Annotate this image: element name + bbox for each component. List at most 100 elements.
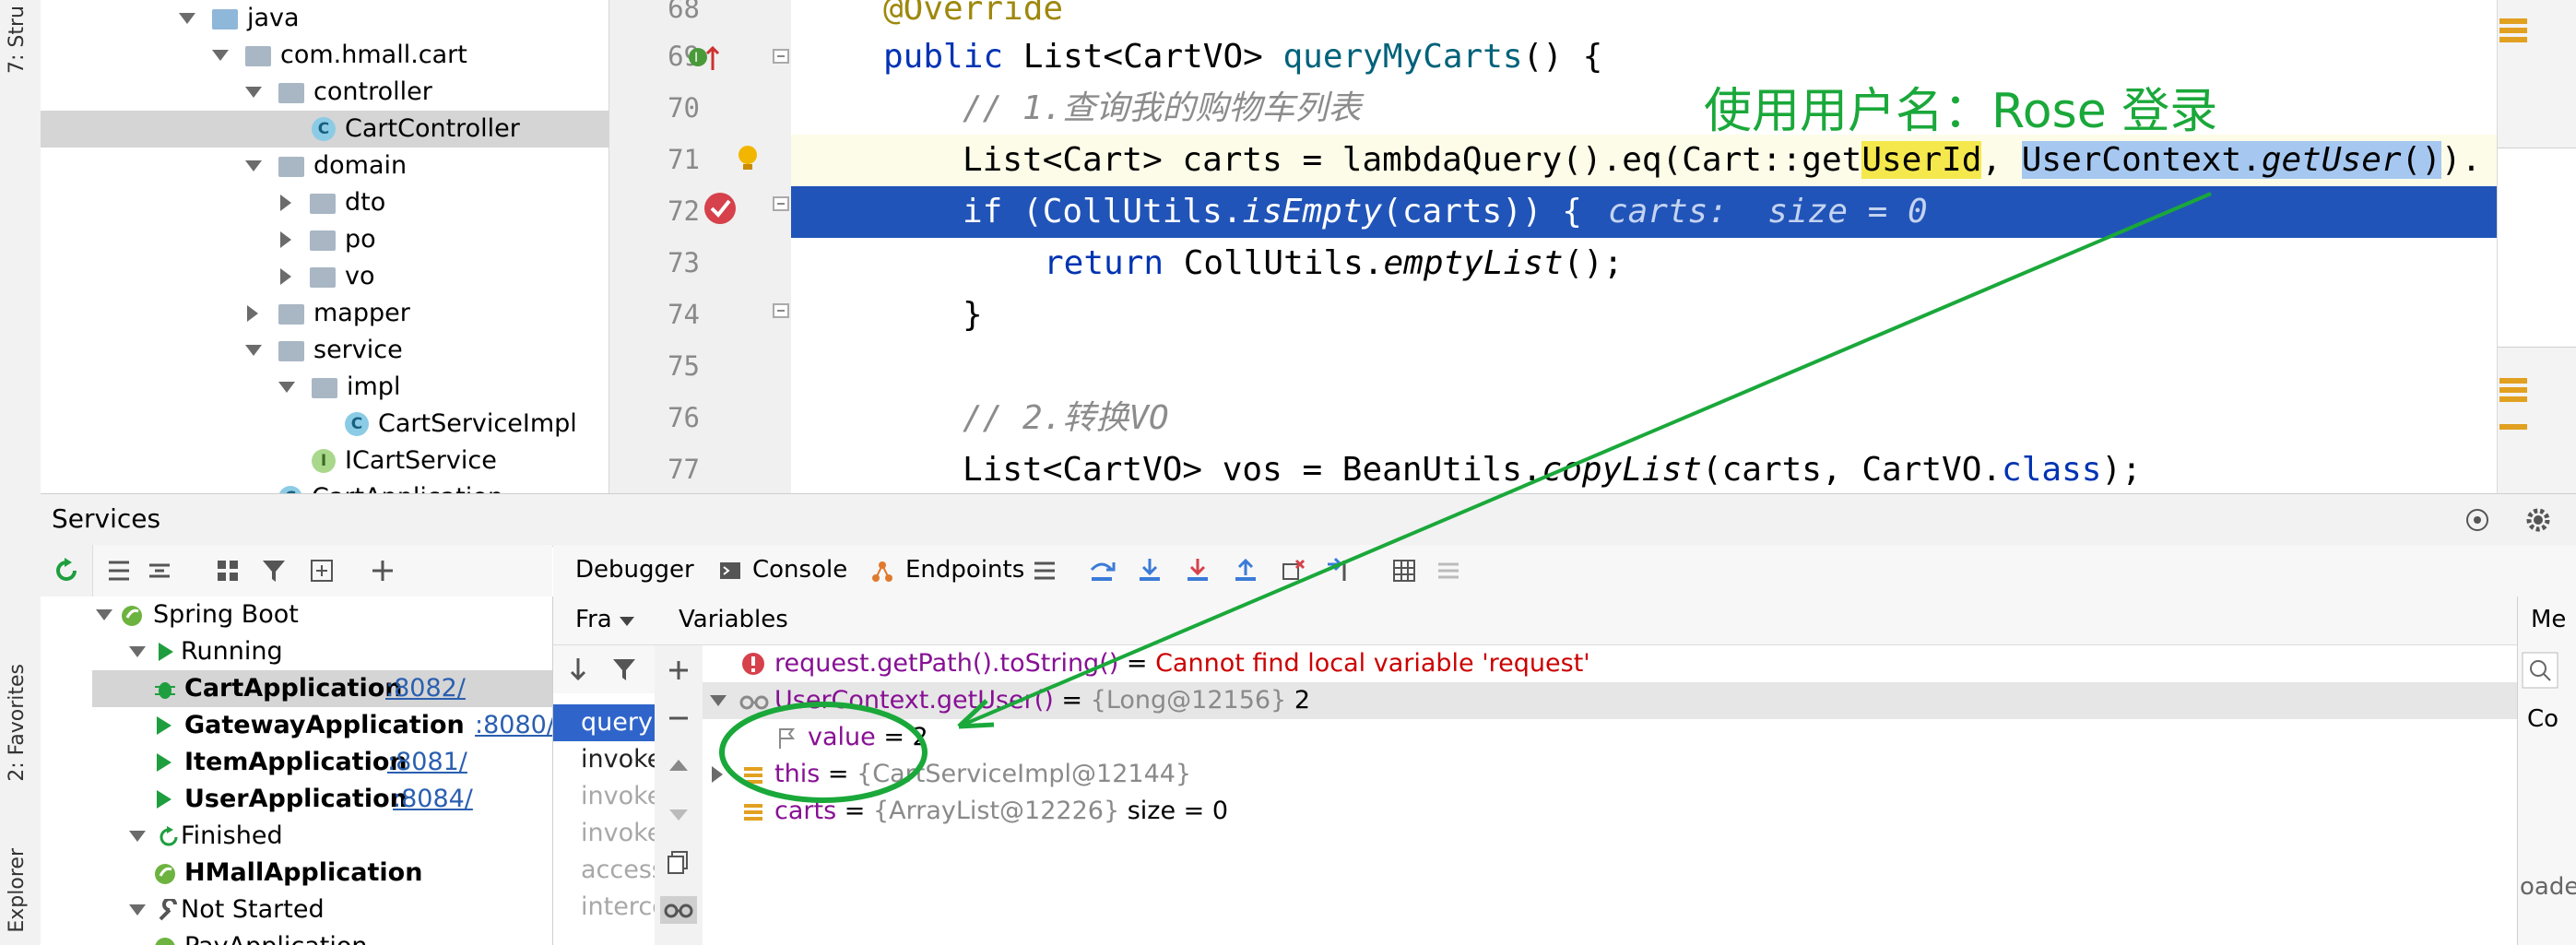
drop-frame-icon[interactable] xyxy=(1280,557,1307,585)
tree-item-cartserviceimpl[interactable]: C CartServiceImpl xyxy=(41,406,609,443)
explorer-tab[interactable]: Explorer xyxy=(6,848,29,933)
tree-item-service[interactable]: service xyxy=(41,332,609,369)
new-tab-icon[interactable] xyxy=(308,557,336,585)
evaluate-icon[interactable] xyxy=(1390,557,1418,585)
tree-item-mapper[interactable]: mapper xyxy=(41,295,609,332)
port-link[interactable]: :8082/ xyxy=(385,670,466,707)
tree-item-icartservice[interactable]: I ICartService xyxy=(41,443,609,479)
tab-debugger[interactable]: Debugger xyxy=(575,556,694,584)
frame-item[interactable]: access xyxy=(553,852,655,889)
port-link[interactable]: :8081/ xyxy=(387,744,467,781)
service-group-not-started[interactable]: Not Started xyxy=(92,892,552,928)
line-number: 70 xyxy=(668,92,700,124)
chevron-right-icon[interactable] xyxy=(280,195,291,211)
tree-item-vo[interactable]: vo xyxy=(41,258,609,295)
chevron-right-icon[interactable] xyxy=(247,305,258,322)
tab-endpoints[interactable]: Endpoints xyxy=(905,556,1024,584)
fold-icon[interactable] xyxy=(772,48,790,70)
add-icon[interactable] xyxy=(369,557,396,585)
service-itemapplication[interactable]: ItemApplication :8081/ xyxy=(92,744,552,781)
chevron-down-icon[interactable] xyxy=(129,831,146,842)
fold-icon[interactable] xyxy=(772,195,790,218)
frame-item[interactable]: interce xyxy=(553,889,655,926)
service-cartapplication[interactable]: CartApplication :8082/ xyxy=(92,670,552,707)
code-editor[interactable]: @Override public List<CartVO> queryMyCar… xyxy=(791,0,2497,493)
rerun-icon[interactable] xyxy=(53,557,80,585)
chevron-right-icon[interactable] xyxy=(712,766,723,783)
tree-item-java[interactable]: java xyxy=(41,0,609,37)
tree-item-cartapplication[interactable]: C CartApplication xyxy=(41,479,609,493)
search-icon[interactable] xyxy=(2522,652,2558,689)
variable-row-request[interactable]: request.getPath().toString() = Cannot fi… xyxy=(703,645,2517,682)
frame-item[interactable]: queryM xyxy=(553,704,655,741)
implements-icon[interactable]: I xyxy=(687,42,724,76)
service-gatewayapplication[interactable]: GatewayApplication :8080/ xyxy=(92,707,552,744)
move-up-icon[interactable] xyxy=(665,752,692,780)
chevron-down-icon[interactable] xyxy=(620,617,634,626)
variable-row-this[interactable]: this = {CartServiceImpl@12144} xyxy=(703,756,2517,793)
tab-console[interactable]: Console xyxy=(752,556,847,584)
chevron-down-icon[interactable] xyxy=(179,13,195,24)
chevron-down-icon[interactable] xyxy=(710,695,727,706)
port-link[interactable]: :8084/ xyxy=(393,781,473,818)
variable-row-carts[interactable]: carts = {ArrayList@12226} size = 0 xyxy=(703,793,2517,830)
force-step-into-icon[interactable] xyxy=(1184,557,1211,585)
filter-icon[interactable] xyxy=(260,557,288,585)
trace-icon[interactable] xyxy=(1435,557,1462,585)
variable-row-value[interactable]: value = 2 xyxy=(703,719,2517,756)
target-icon[interactable] xyxy=(2464,506,2491,534)
chevron-down-icon[interactable] xyxy=(245,87,262,98)
add-watch-icon[interactable] xyxy=(665,656,692,684)
structure-tab[interactable]: 7: Stru xyxy=(6,6,29,74)
tree-item-domain[interactable]: domain xyxy=(41,148,609,184)
collapse-all-icon[interactable] xyxy=(146,557,173,585)
project-tree: java com.hmall.cart controller C CartCon… xyxy=(41,0,609,493)
step-out-icon[interactable] xyxy=(1232,557,1259,585)
service-userapplication[interactable]: UserApplication :8084/ xyxy=(92,781,552,818)
service-group-finished[interactable]: Finished xyxy=(92,818,552,855)
group-icon[interactable] xyxy=(214,557,242,585)
tree-item-impl[interactable]: impl xyxy=(41,369,609,406)
service-group-running[interactable]: Running xyxy=(92,633,552,670)
port-link[interactable]: :8080/ xyxy=(475,707,552,744)
chevron-down-icon[interactable] xyxy=(245,345,262,356)
gear-icon[interactable] xyxy=(2524,506,2552,534)
tree-item-controller[interactable]: controller xyxy=(41,74,609,111)
move-down-icon[interactable] xyxy=(665,800,692,828)
filter-icon[interactable] xyxy=(610,656,638,683)
breakpoint-icon[interactable] xyxy=(702,190,739,227)
frame-item[interactable]: invoke xyxy=(553,741,655,778)
chevron-down-icon[interactable] xyxy=(245,160,262,171)
service-group-spring-boot[interactable]: Spring Boot xyxy=(92,597,552,633)
fold-icon[interactable] xyxy=(772,302,790,325)
lightbulb-icon[interactable] xyxy=(729,140,766,177)
watches-glasses-icon[interactable] xyxy=(660,896,697,924)
line-number: 76 xyxy=(668,402,700,433)
tree-item-dto[interactable]: dto xyxy=(41,184,609,221)
frame-item[interactable]: invoke xyxy=(553,778,655,815)
step-into-icon[interactable] xyxy=(1136,557,1164,585)
step-over-icon[interactable] xyxy=(1088,557,1116,585)
copy-icon[interactable] xyxy=(665,848,692,876)
service-payapplication[interactable]: PayApplication xyxy=(92,928,552,945)
chevron-down-icon[interactable] xyxy=(212,50,229,61)
remove-watch-icon[interactable] xyxy=(665,704,692,732)
chevron-right-icon[interactable] xyxy=(280,268,291,285)
favorites-tab[interactable]: 2: Favorites xyxy=(6,664,29,782)
tree-item-cartcontroller[interactable]: C CartController xyxy=(41,111,609,148)
chevron-down-icon[interactable] xyxy=(129,904,146,915)
service-hmallapplication[interactable]: HMallApplication xyxy=(92,855,552,892)
down-arrow-icon[interactable] xyxy=(564,656,592,683)
variable-row-usercontext[interactable]: UserContext.getUser() = {Long@12156} 2 xyxy=(703,682,2517,719)
editor-gutter[interactable]: 68 69 70 71 72 73 74 75 76 77 I xyxy=(609,0,792,493)
chevron-down-icon[interactable] xyxy=(129,646,146,657)
chevron-down-icon[interactable] xyxy=(278,382,295,393)
expand-all-icon[interactable] xyxy=(105,557,133,585)
tree-item-po[interactable]: po xyxy=(41,221,609,258)
tree-item-package[interactable]: com.hmall.cart xyxy=(41,37,609,74)
menu-icon[interactable] xyxy=(1031,557,1058,585)
run-to-cursor-icon[interactable] xyxy=(1324,557,1352,585)
frame-item[interactable]: invoke xyxy=(553,815,655,852)
chevron-right-icon[interactable] xyxy=(280,231,291,248)
chevron-down-icon[interactable] xyxy=(96,609,112,620)
